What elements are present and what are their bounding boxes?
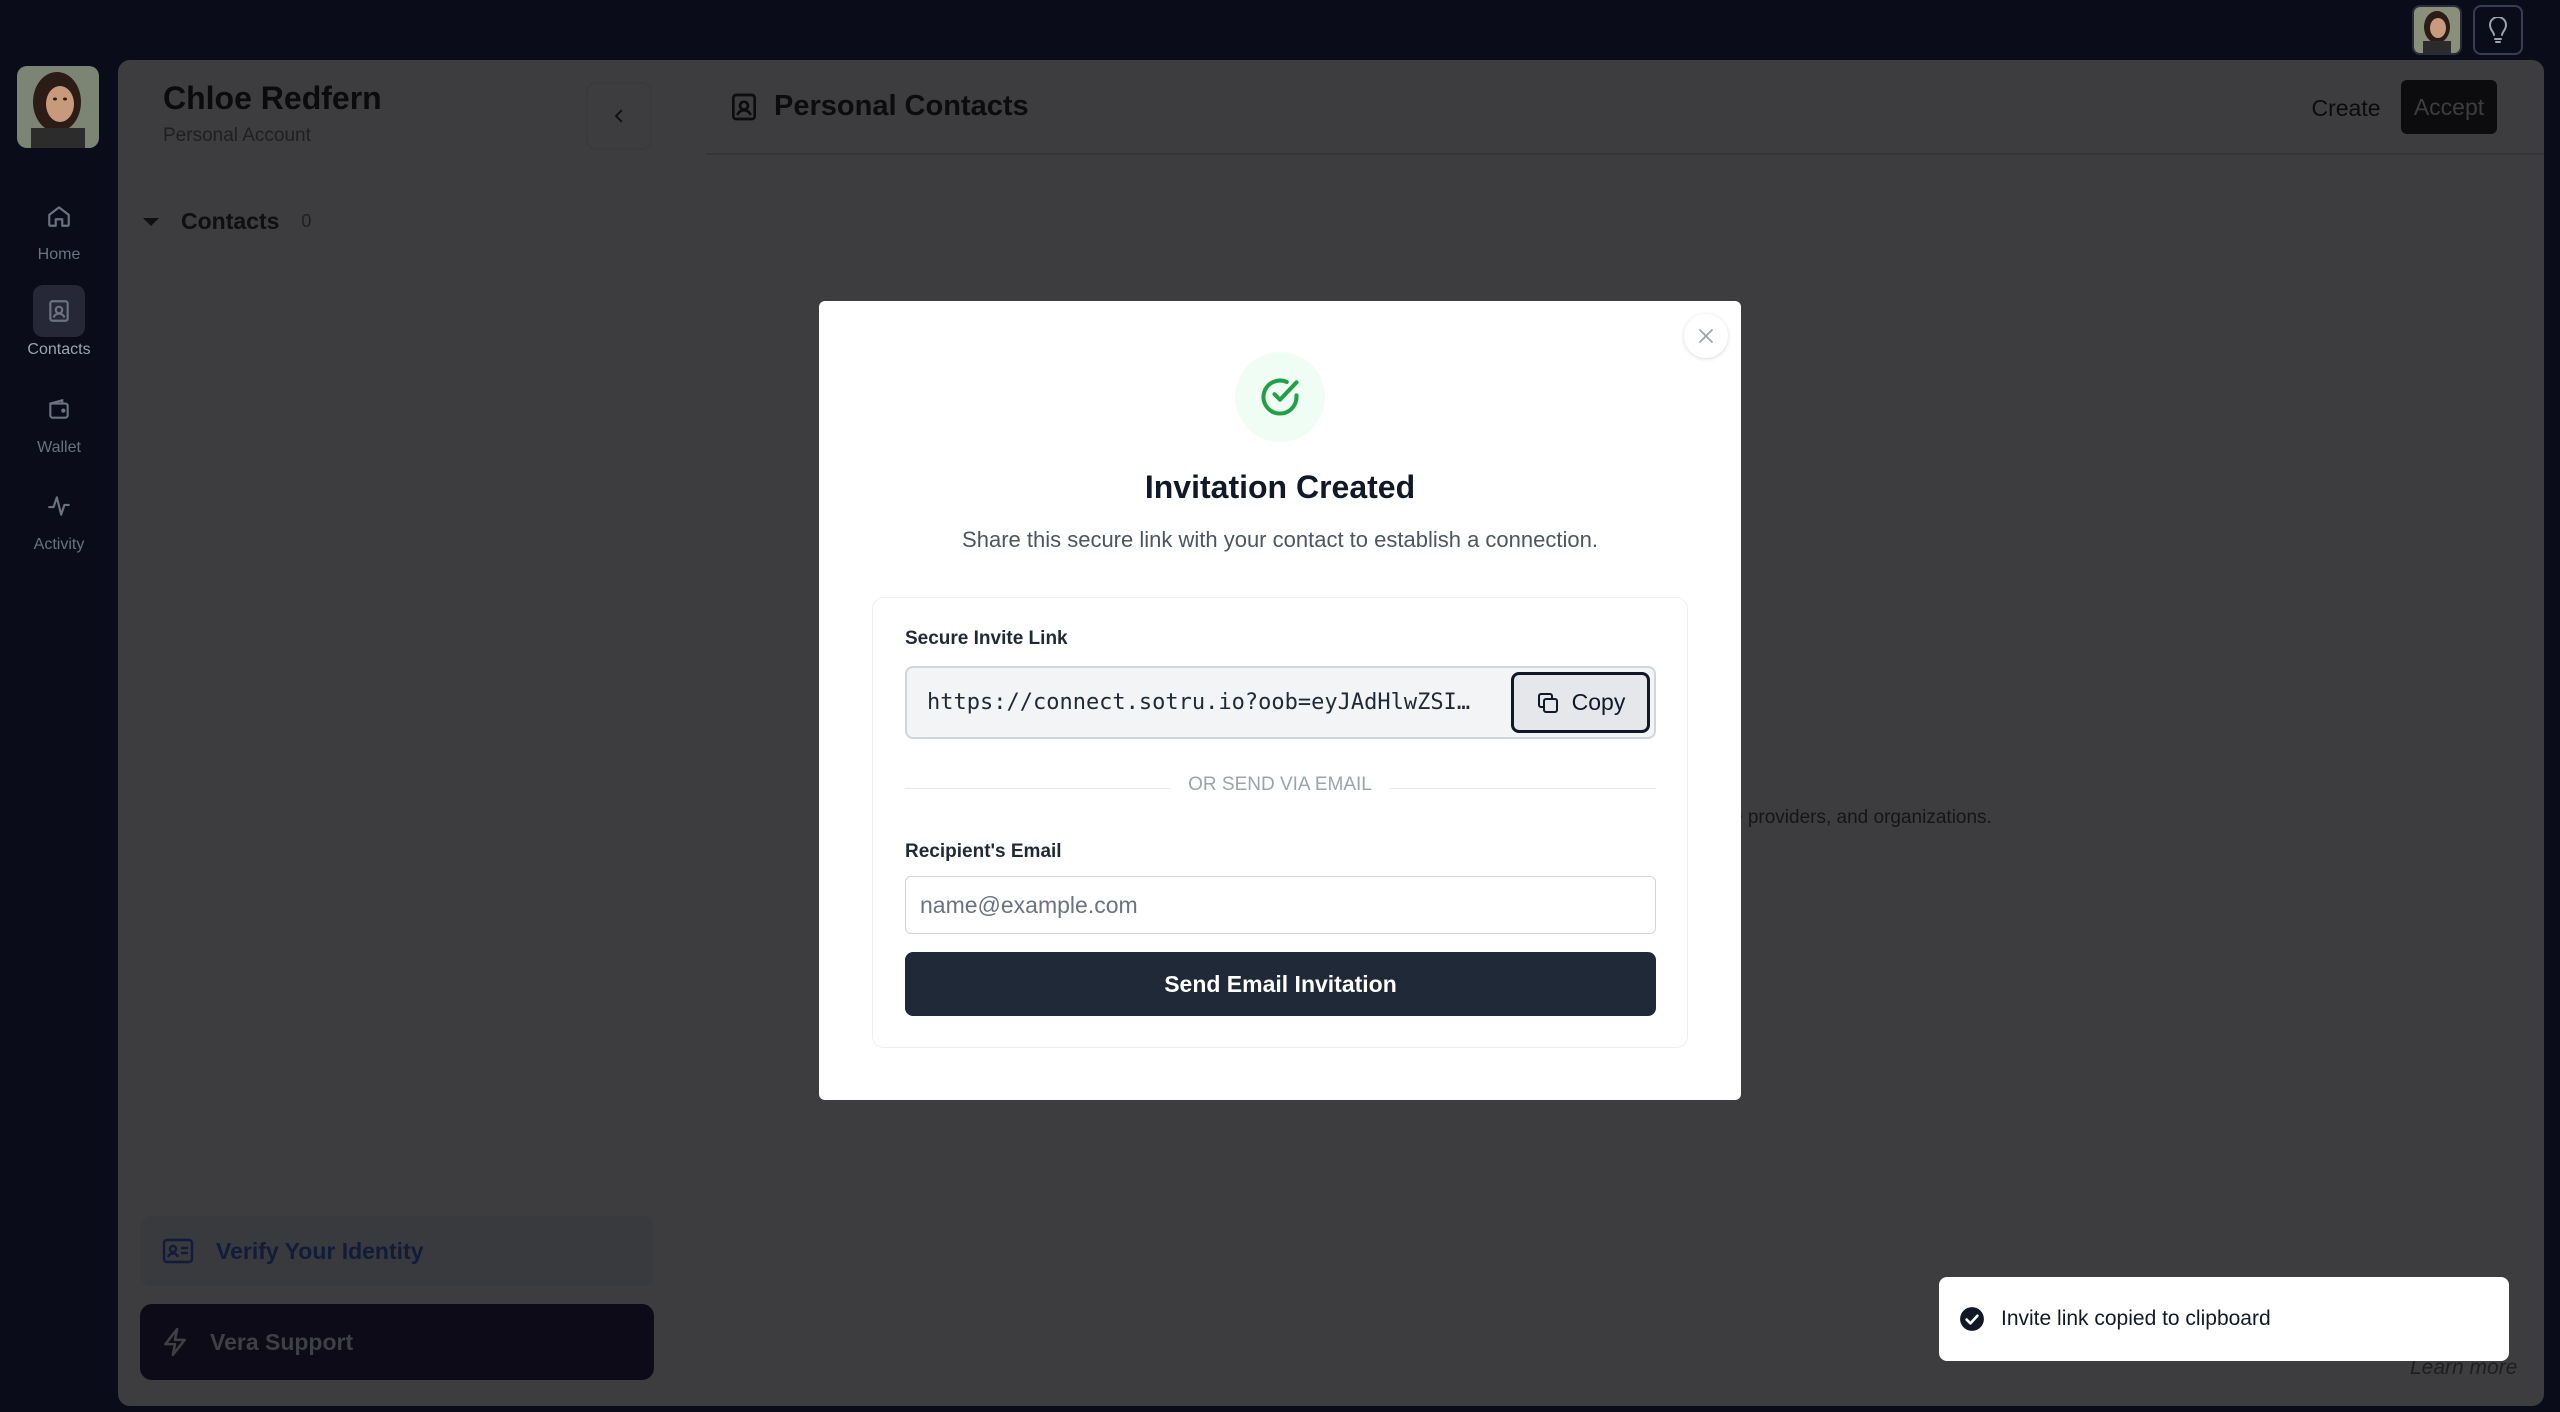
contacts-icon [732,93,756,120]
toast-message: Invite link copied to clipboard [2001,1307,2271,1330]
invitation-modal: Invitation Created Share this secure lin… [819,301,1741,1100]
sidebar-item-label: Home [37,246,81,263]
chevron-left-icon [614,109,623,123]
contacts-group-toggle[interactable]: Contacts 0 [143,208,311,235]
check-circle-icon [1960,1307,1984,1331]
send-email-invitation-button[interactable]: Send Email Invitation [905,952,1656,1016]
header-divider [706,153,2544,155]
sidebar-avatar[interactable] [17,66,99,148]
lightning-icon [164,1327,186,1357]
check-circle-icon [1261,378,1299,416]
invite-card: Secure Invite Link https://connect.sotru… [872,597,1688,1048]
divider-text: OR SEND VIA EMAIL [1170,774,1390,796]
invite-link-value[interactable]: https://connect.sotru.io?oob=eyJAdHlwZSI… [927,690,1483,715]
activity-icon [33,480,85,532]
sidebar-item-label: Wallet [37,439,81,456]
verify-identity-button[interactable]: Verify Your Identity [140,1216,654,1286]
success-badge [1235,352,1325,442]
create-button[interactable]: Create [2292,82,2400,134]
lightbulb-icon[interactable] [2473,5,2523,55]
accept-button[interactable]: Accept [2401,80,2497,134]
vera-support-label: Vera Support [210,1328,354,1355]
copy-button[interactable]: Copy [1511,672,1650,733]
recipient-email-label: Recipient's Email [905,841,1062,862]
sidebar-item-label: Activity [33,536,85,553]
invite-link-field[interactable]: https://connect.sotru.io?oob=eyJAdHlwZSI… [905,666,1656,739]
home-icon [33,190,85,242]
toast-notification: Invite link copied to clipboard [1939,1277,2509,1361]
sidebar-item-label: Contacts [27,341,91,358]
modal-description: Share this secure link with your contact… [962,527,1598,552]
copy-label: Copy [1571,689,1626,715]
recipient-email-input[interactable] [905,876,1656,934]
left-nav-rail: Home Contacts Wallet Activity [0,60,118,1412]
collapse-sidebar-button[interactable] [586,82,652,150]
sidebar-item-wallet[interactable]: Wallet [0,383,118,457]
caret-down-icon [143,217,159,226]
modal-title: Invitation Created [1144,469,1416,505]
page-title: Personal Contacts [774,90,1029,122]
sidebar-item-contacts[interactable]: Contacts [0,285,118,359]
page-header: Personal Contacts [728,90,1029,123]
close-icon [1699,329,1713,343]
sidebar-item-home[interactable]: Home [0,190,118,264]
empty-state-text: e providers, and organizations. [1732,807,1992,828]
top-user-avatar[interactable] [2412,5,2462,55]
sidebar-item-activity[interactable]: Activity [0,480,118,554]
contacts-count: 0 [301,211,312,231]
copy-icon [1537,692,1558,713]
contacts-group-label: Contacts [181,208,280,234]
verify-identity-label: Verify Your Identity [216,1237,424,1264]
account-type: Personal Account [163,125,311,146]
contacts-icon [33,285,85,337]
id-card-icon [162,1238,194,1264]
vera-support-button[interactable]: Vera Support [140,1304,654,1380]
wallet-icon [33,383,85,435]
close-button[interactable] [1684,314,1728,358]
account-name: Chloe Redfern [163,80,382,116]
secure-link-label: Secure Invite Link [905,628,1068,649]
